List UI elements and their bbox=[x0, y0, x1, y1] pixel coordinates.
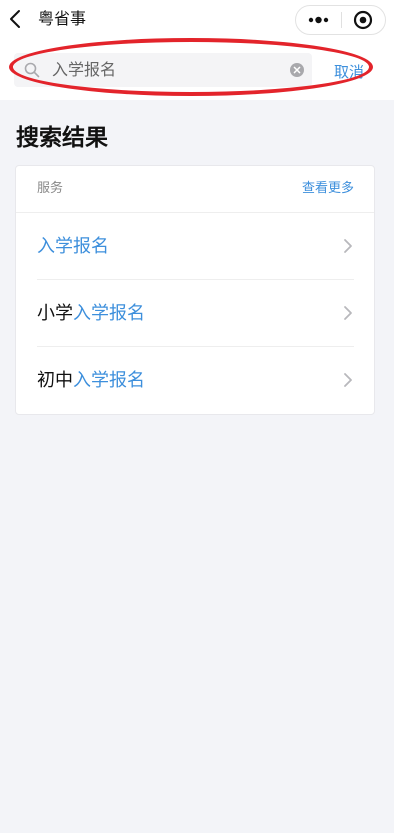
result-item-enrollment[interactable]: 入学报名 bbox=[16, 213, 374, 280]
result-item-primary-enrollment[interactable]: 小学入学报名 bbox=[16, 280, 374, 347]
search-bar: 取消 bbox=[0, 42, 394, 100]
result-prefix: 初中 bbox=[37, 370, 73, 391]
result-prefix: 小学 bbox=[37, 303, 73, 324]
view-more-link[interactable]: 查看更多 bbox=[302, 180, 354, 198]
result-match: 入学报名 bbox=[73, 370, 145, 391]
close-mini-program-button[interactable] bbox=[342, 6, 386, 34]
card-header: 服务 查看更多 bbox=[16, 166, 374, 213]
target-circle-icon bbox=[353, 10, 373, 30]
section-label: 服务 bbox=[37, 181, 64, 196]
chevron-right-icon bbox=[344, 239, 352, 253]
capsule-menu bbox=[295, 5, 386, 35]
chevron-right-icon bbox=[344, 306, 352, 320]
search-icon bbox=[24, 62, 40, 78]
cancel-button[interactable]: 取消 bbox=[334, 62, 370, 82]
result-item-label: 入学报名 bbox=[37, 235, 109, 259]
back-arrow-icon[interactable] bbox=[6, 8, 26, 30]
result-match: 入学报名 bbox=[73, 303, 145, 324]
result-match: 入学报名 bbox=[37, 236, 109, 257]
more-dots-icon bbox=[308, 16, 329, 24]
result-item-label: 初中入学报名 bbox=[37, 369, 145, 393]
result-item-label: 小学入学报名 bbox=[37, 302, 145, 326]
chevron-right-icon bbox=[344, 373, 352, 387]
mini-program-nav-bar: 粤省事 bbox=[0, 0, 394, 42]
search-results-heading: 搜索结果 bbox=[16, 125, 108, 151]
clear-input-icon[interactable] bbox=[290, 63, 304, 77]
services-result-card: 服务 查看更多 入学报名 小学入学报名 初中入学报名 bbox=[15, 165, 375, 415]
search-box bbox=[14, 53, 312, 87]
app-title: 粤省事 bbox=[38, 9, 87, 28]
search-input[interactable] bbox=[52, 53, 282, 87]
result-item-middle-school-enrollment[interactable]: 初中入学报名 bbox=[16, 347, 374, 414]
more-options-button[interactable] bbox=[296, 6, 341, 34]
